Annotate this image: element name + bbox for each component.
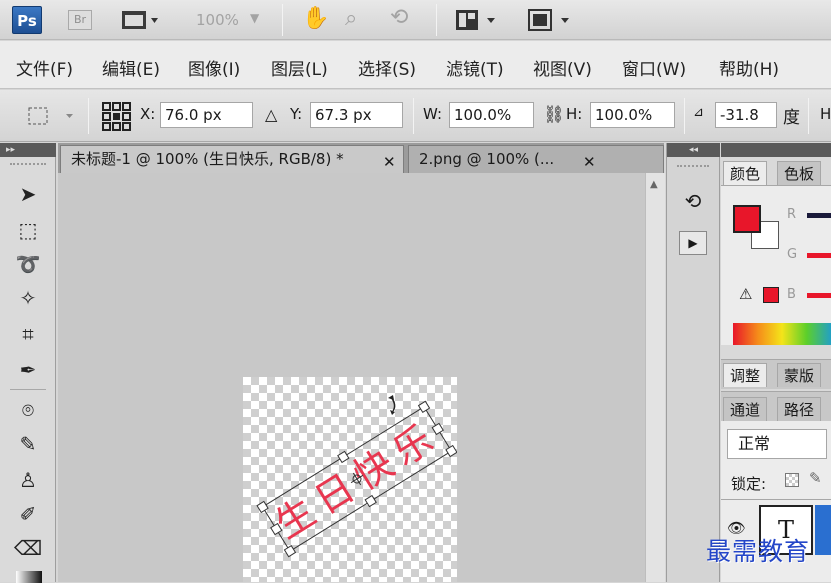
- menu-view[interactable]: 视图(V): [533, 55, 592, 80]
- menu-select[interactable]: 选择(S): [358, 55, 416, 80]
- red-slider[interactable]: [807, 213, 831, 218]
- y-position-field[interactable]: 67.3 px: [310, 102, 403, 128]
- menu-edit[interactable]: 编辑(E): [102, 55, 160, 80]
- blue-slider[interactable]: [807, 293, 831, 298]
- arrange-documents-button[interactable]: [455, 8, 505, 36]
- tab-document-1[interactable]: 未标题-1 @ 100% (生日快乐, RGB/8) * ✕: [60, 145, 404, 173]
- tab-masks[interactable]: 蒙版: [777, 363, 822, 387]
- height-field[interactable]: 100.0%: [590, 102, 675, 128]
- tab-paths[interactable]: 路径: [777, 397, 822, 421]
- transform-overlay[interactable]: 生日快乐: [243, 377, 457, 582]
- menu-image[interactable]: 图像(I): [188, 55, 240, 80]
- x-label: X:: [140, 105, 156, 123]
- menu-bar: 文件(F) 编辑(E) 图像(I) 图层(L) 选择(S) 滤镜(T) 视图(V…: [0, 41, 831, 89]
- brush-tool-icon[interactable]: ✎: [10, 429, 46, 459]
- tab-adjustments[interactable]: 调整: [723, 363, 768, 387]
- tab-label: 未标题-1 @ 100% (生日快乐, RGB/8) *: [71, 150, 344, 168]
- green-slider[interactable]: [807, 253, 831, 258]
- channel-r-label: R: [787, 207, 797, 222]
- menu-window[interactable]: 窗口(W): [622, 55, 686, 80]
- application-bar: Ps Br 100% ▼ ✋ ⌕ ⟲: [0, 0, 831, 40]
- tab-channels[interactable]: 通道: [723, 397, 768, 421]
- magic-wand-tool-icon[interactable]: ✧: [10, 283, 46, 313]
- angle-field[interactable]: -31.8: [715, 102, 777, 128]
- tab-label: 2.png @ 100% (...: [419, 150, 555, 168]
- screen-mode-icon: [528, 9, 569, 31]
- tool-preset-picker[interactable]: [26, 104, 76, 132]
- reference-point-locator[interactable]: [102, 102, 132, 136]
- marquee-tool-icon[interactable]: ⬚: [10, 215, 46, 245]
- channel-b-label: B: [787, 287, 796, 302]
- close-icon[interactable]: ✕: [583, 149, 596, 175]
- close-icon[interactable]: ✕: [383, 149, 396, 175]
- rotate-view-icon[interactable]: ⟲: [390, 5, 408, 30]
- history-brush-tool-icon[interactable]: ✐: [10, 499, 46, 529]
- y-label: Y:: [290, 105, 303, 123]
- tools-panel: ▸▸ ➤ ⬚ ➰ ✧ ⌗ ✒ ⌾ ✎ ♙ ✐ ⌫: [0, 143, 56, 583]
- lasso-tool-icon[interactable]: ➰: [10, 249, 46, 279]
- film-icon: [122, 11, 158, 29]
- screen-mode-button[interactable]: [527, 8, 577, 36]
- gradient-tool-icon[interactable]: [16, 571, 42, 583]
- crop-tool-icon[interactable]: ⌗: [10, 319, 46, 349]
- collapsed-panel-dock: ◂◂ ⟲ ▶: [666, 143, 720, 582]
- zoom-tool-icon[interactable]: ⌕: [345, 6, 357, 31]
- channel-g-label: G: [787, 247, 798, 262]
- transform-handle[interactable]: [256, 500, 269, 514]
- document-tabs: 未标题-1 @ 100% (生日快乐, RGB/8) * ✕ 2.png @ 1…: [58, 143, 664, 173]
- menu-help[interactable]: 帮助(H): [719, 55, 779, 80]
- tab-swatches[interactable]: 色板: [777, 161, 822, 185]
- clone-stamp-tool-icon[interactable]: ♙: [10, 465, 46, 495]
- zoom-level[interactable]: 100%: [196, 11, 239, 29]
- blend-mode-select[interactable]: 正常: [727, 429, 827, 459]
- history-panel-icon[interactable]: ⟲: [679, 187, 707, 215]
- right-panels: 颜色 色板 R G ⚠ B 调整 蒙版 通道 路径 正常 锁定: ✎ 👁 T: [721, 143, 831, 582]
- view-extras-button[interactable]: [120, 8, 160, 32]
- toolbar-grip: [10, 163, 46, 171]
- lock-pixels-icon[interactable]: ✎: [809, 469, 822, 487]
- bridge-button[interactable]: Br: [68, 10, 92, 30]
- collapse-toolbar-icon[interactable]: ▸▸: [0, 143, 56, 157]
- lock-transparency-icon[interactable]: [785, 473, 799, 487]
- chevron-down-icon: ▼: [250, 11, 260, 25]
- tab-color[interactable]: 颜色: [723, 161, 768, 185]
- width-field[interactable]: 100.0%: [449, 102, 534, 128]
- menu-filter[interactable]: 滤镜(T): [446, 55, 504, 80]
- link-icon[interactable]: ⛓: [543, 105, 565, 125]
- gamut-color-chip[interactable]: [763, 287, 779, 303]
- eraser-tool-icon[interactable]: ⌫: [10, 533, 46, 563]
- lock-label: 锁定:: [731, 475, 767, 493]
- w-label: W:: [423, 105, 443, 123]
- move-tool-icon[interactable]: ➤: [10, 179, 46, 209]
- tab-document-2[interactable]: 2.png @ 100% (... ✕: [408, 145, 664, 173]
- healing-brush-tool-icon[interactable]: ⌾: [10, 395, 46, 425]
- hand-tool-icon[interactable]: ✋: [302, 6, 329, 31]
- transform-handle[interactable]: [283, 544, 297, 558]
- foreground-color-swatch[interactable]: [733, 205, 761, 233]
- angle-unit: 度: [783, 108, 800, 128]
- eyedropper-tool-icon[interactable]: ✒: [10, 355, 46, 385]
- photoshop-logo[interactable]: Ps: [12, 6, 42, 34]
- layout-icon: [456, 10, 495, 30]
- menu-layer[interactable]: 图层(L): [271, 55, 328, 80]
- transform-handle[interactable]: [445, 444, 457, 458]
- reference-point-icon: [102, 102, 131, 131]
- scroll-up-icon[interactable]: ▲: [650, 179, 658, 190]
- x-position-field[interactable]: 76.0 px: [160, 102, 253, 128]
- expand-dock-icon[interactable]: ◂◂: [667, 143, 720, 157]
- angle-icon: ⊿: [693, 105, 704, 120]
- actions-panel-icon[interactable]: ▶: [679, 231, 707, 255]
- gamut-warning-icon[interactable]: ⚠: [739, 285, 752, 303]
- transform-handle[interactable]: [417, 400, 431, 414]
- vertical-scrollbar[interactable]: ▲: [645, 173, 665, 582]
- delta-icon: △: [265, 105, 278, 124]
- h-label: H:: [566, 105, 583, 123]
- watermark: 最需教育: [706, 537, 811, 566]
- transform-preset-icon: [28, 107, 73, 125]
- selected-layer-highlight[interactable]: [815, 505, 831, 555]
- color-ramp[interactable]: [733, 323, 831, 345]
- menu-file[interactable]: 文件(F): [16, 55, 73, 80]
- options-bar: X: 76.0 px △ Y: 67.3 px W: 100.0% ⛓ H: 1…: [0, 90, 831, 142]
- h-skew-label: H: [820, 105, 831, 123]
